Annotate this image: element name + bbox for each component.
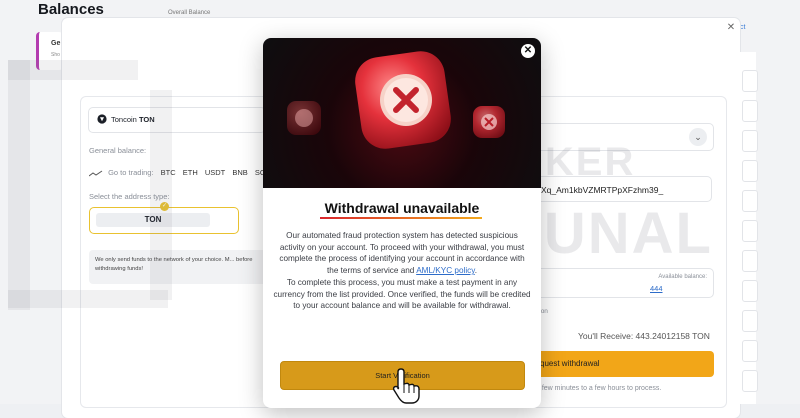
- hand-cursor-icon: [392, 368, 420, 404]
- corner-link[interactable]: ct: [740, 24, 745, 31]
- list-item[interactable]: [742, 370, 758, 392]
- trade-pair-usdt[interactable]: USDT: [205, 168, 225, 177]
- processing-time-hint: a few minutes to a few hours to process.: [536, 385, 662, 392]
- watermark-shape: [8, 60, 30, 310]
- sidebar-card-sub: Sho: [51, 52, 60, 58]
- dialog-title: Withdrawal unavailable: [324, 200, 480, 216]
- trading-links: Go to trading: BTC ETH USDT BNB SO: [88, 168, 271, 177]
- list-item[interactable]: [742, 310, 758, 332]
- general-balance-label: General balance:: [89, 146, 147, 155]
- overall-balance-label: Overall Balance: [168, 10, 211, 16]
- modal-close-icon[interactable]: ✕: [725, 22, 737, 34]
- list-item[interactable]: [742, 280, 758, 302]
- list-item[interactable]: [742, 340, 758, 362]
- coin-select[interactable]: Toncoin TON: [88, 107, 266, 133]
- close-icon[interactable]: ✕: [521, 44, 535, 58]
- coin-name: Toncoin: [111, 115, 137, 124]
- available-balance-value[interactable]: 444: [650, 284, 663, 293]
- dialog-message: Our automated fraud protection system ha…: [273, 231, 531, 311]
- receive-amount: You'll Receive: 443.24012158 TON: [578, 331, 710, 341]
- watermark-shape: [8, 290, 168, 308]
- amount-field[interactable]: Available balance: 444: [536, 268, 714, 298]
- go-to-trading-label: Go to trading:: [108, 168, 154, 177]
- page-title: Balances: [38, 1, 104, 18]
- trend-icon: [88, 170, 103, 176]
- watermark-shape: [150, 90, 172, 300]
- toncoin-icon: [97, 114, 107, 124]
- message-part-1: Our automated fraud protection system ha…: [279, 231, 525, 276]
- chevron-down-icon: ⌄: [689, 128, 707, 146]
- list-item[interactable]: [742, 220, 758, 242]
- withdrawal-unavailable-dialog: ✕ Withdrawal unavailable Our automated f…: [263, 38, 541, 408]
- sidebar-card-title: Ge: [51, 40, 61, 47]
- network-notice: We only send funds to the network of you…: [89, 250, 275, 284]
- message-part-2: To complete this process, you must make …: [273, 277, 531, 311]
- list-item[interactable]: [742, 160, 758, 182]
- trade-pair-bnb[interactable]: BNB: [232, 168, 247, 177]
- list-item[interactable]: [742, 190, 758, 212]
- list-item[interactable]: [742, 250, 758, 272]
- watermark-shape: [8, 60, 138, 80]
- request-withdrawal-button[interactable]: quest withdrawal: [536, 351, 714, 377]
- trade-pair-eth[interactable]: ETH: [183, 168, 198, 177]
- list-item[interactable]: [742, 100, 758, 122]
- title-underline: [320, 217, 482, 219]
- list-item[interactable]: [742, 130, 758, 152]
- list-item[interactable]: [742, 70, 758, 92]
- available-balance-label: Available balance:: [658, 274, 707, 280]
- aml-kyc-policy-link[interactable]: AML/KYC policy: [416, 266, 475, 275]
- error-icon: [287, 51, 505, 149]
- hero-banner: ✕: [263, 38, 541, 188]
